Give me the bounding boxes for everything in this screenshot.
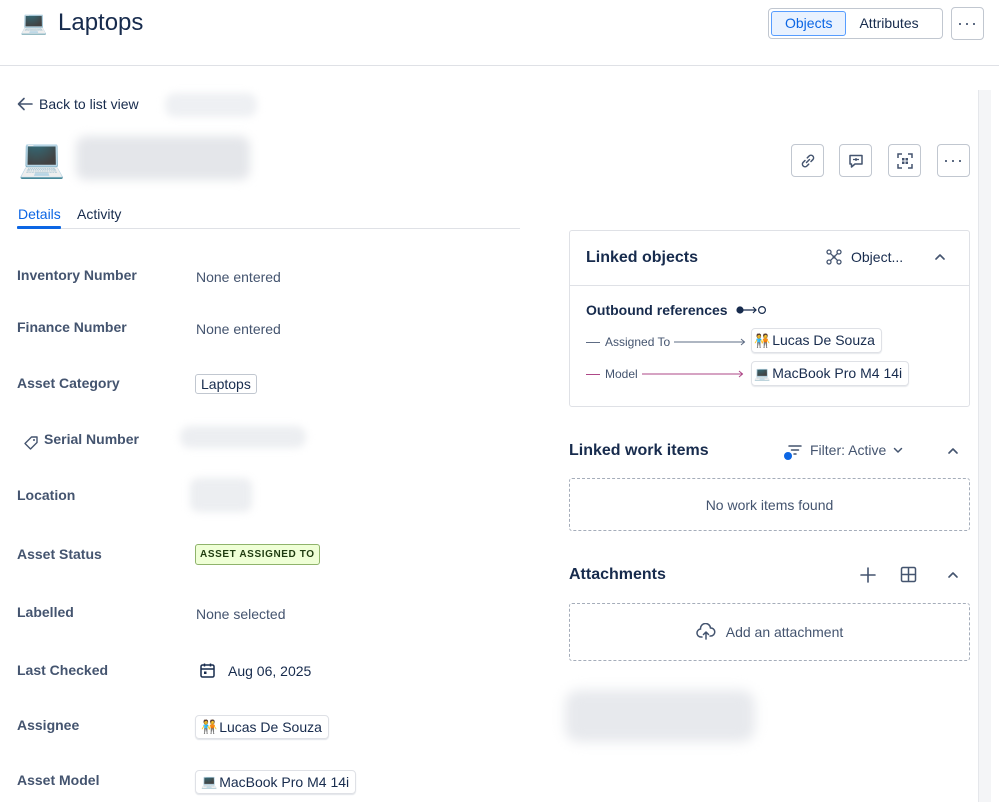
asset-status-label: Asset Status xyxy=(17,546,102,562)
detail-tabs: Details Activity xyxy=(17,203,520,229)
filter-label: Filter: Active xyxy=(810,442,887,458)
outbound-arrow-icon xyxy=(735,305,766,315)
objects-graph-label: Object... xyxy=(851,249,904,265)
location-label: Location xyxy=(17,487,76,503)
filter-active-dot xyxy=(784,452,792,460)
assignee-chip[interactable]: 🧑‍🤝‍🧑 Lucas De Souza xyxy=(195,715,329,739)
laptop-icon: 💻 xyxy=(201,774,218,789)
tab-activity[interactable]: Activity xyxy=(77,206,121,222)
reference-label: Model xyxy=(605,367,638,381)
laptop-icon: 💻 xyxy=(20,10,48,35)
last-checked-label: Last Checked xyxy=(17,662,109,678)
reference-target-chip[interactable]: 💻 MacBook Pro M4 14i xyxy=(751,361,910,386)
people-emoji-icon: 🧑‍🤝‍🧑 xyxy=(754,333,771,348)
linked-objects-title: Linked objects xyxy=(586,249,699,266)
work-items-empty-text: No work items found xyxy=(705,496,834,513)
chevron-up-icon[interactable] xyxy=(932,249,948,265)
laptop-icon: 💻 xyxy=(18,138,66,180)
filter-dropdown[interactable]: Filter: Active xyxy=(784,442,905,460)
reference-target-label: MacBook Pro M4 14i xyxy=(772,365,903,381)
finance-number-label: Finance Number xyxy=(17,319,127,335)
linked-objects-header: Linked objects Object... xyxy=(570,231,969,286)
inventory-number-label: Inventory Number xyxy=(17,267,137,283)
reference-row-assigned-to: Assigned To xyxy=(586,335,748,349)
people-emoji-icon: 🧑‍🤝‍🧑 xyxy=(201,719,218,734)
asset-category-label: Asset Category xyxy=(17,375,120,391)
feedback-button[interactable] xyxy=(839,144,872,177)
chevron-up-icon[interactable] xyxy=(945,567,961,583)
outbound-references-title: Outbound references xyxy=(586,302,728,318)
asset-category-chip[interactable]: Laptops xyxy=(195,374,257,394)
redacted-serial-number xyxy=(180,426,306,448)
reference-row-model: Model xyxy=(586,367,746,381)
header-more-button[interactable]: ··· xyxy=(951,7,984,40)
copy-link-button[interactable] xyxy=(791,144,824,177)
right-panel-scrollbar[interactable] xyxy=(978,90,991,802)
redacted-location xyxy=(190,478,252,512)
objects-toggle-button[interactable]: Objects xyxy=(771,11,847,36)
assignee-value: Lucas De Souza xyxy=(219,719,322,735)
comment-icon xyxy=(848,154,863,168)
active-tab-indicator xyxy=(17,226,61,229)
redacted-breadcrumb xyxy=(165,93,257,117)
add-attachment-label: Add an attachment xyxy=(725,624,844,640)
reference-line xyxy=(586,341,600,343)
back-label: Back to list view xyxy=(39,96,139,112)
assignee-label: Assignee xyxy=(17,717,80,733)
last-checked-value: Aug 06, 2025 xyxy=(228,662,312,679)
tab-details[interactable]: Details xyxy=(18,206,61,222)
qr-code-icon xyxy=(896,152,913,169)
reference-target-label: Lucas De Souza xyxy=(772,332,875,348)
work-items-empty-state: No work items found xyxy=(569,478,970,531)
attributes-toggle-button[interactable]: Attributes xyxy=(846,11,931,36)
reference-label: Assigned To xyxy=(605,335,671,349)
redacted-object-name xyxy=(76,136,250,180)
linked-objects-card: Linked objects Object... Outbound refere… xyxy=(569,230,970,407)
asset-model-value: MacBook Pro M4 14i xyxy=(219,774,350,790)
labelled-label: Labelled xyxy=(17,604,74,620)
inventory-number-value[interactable]: None entered xyxy=(196,269,281,285)
status-badge[interactable]: ASSET ASSIGNED TO xyxy=(195,544,320,565)
chevron-up-icon[interactable] xyxy=(945,443,961,459)
chevron-down-icon xyxy=(894,447,903,453)
arrow-right-icon xyxy=(674,338,746,346)
view-toggle: Objects Attributes xyxy=(768,8,943,39)
back-to-list-link[interactable]: Back to list view xyxy=(17,96,139,112)
serial-number-label: Serial Number xyxy=(44,431,139,447)
finance-number-value[interactable]: None entered xyxy=(196,321,281,337)
graph-icon xyxy=(826,249,842,265)
attachments-title: Attachments xyxy=(569,566,666,583)
arrow-right-icon xyxy=(641,370,743,378)
labelled-value[interactable]: None selected xyxy=(196,606,286,622)
more-icon: ··· xyxy=(943,150,964,170)
reference-target-chip[interactable]: 🧑‍🤝‍🧑 Lucas De Souza xyxy=(751,328,882,353)
add-attachment-dropzone[interactable]: Add an attachment xyxy=(569,603,970,661)
plus-icon[interactable] xyxy=(859,566,877,584)
upload-cloud-icon xyxy=(695,623,716,640)
last-checked-date[interactable]: Aug 06, 2025 xyxy=(199,662,311,679)
qr-scan-button[interactable] xyxy=(888,144,921,177)
asset-model-label: Asset Model xyxy=(17,772,100,788)
asset-model-chip[interactable]: 💻 MacBook Pro M4 14i xyxy=(195,770,357,794)
arrow-left-icon xyxy=(17,97,33,111)
link-icon xyxy=(801,154,814,167)
outbound-references-heading: Outbound references xyxy=(586,302,769,318)
tag-icon xyxy=(24,436,38,450)
reference-line xyxy=(586,373,600,375)
page-title: Laptops xyxy=(58,9,144,36)
calendar-icon xyxy=(200,663,215,678)
redacted-content xyxy=(565,690,755,742)
objects-graph-button[interactable]: Object... xyxy=(826,249,903,265)
object-more-button[interactable]: ··· xyxy=(937,144,970,177)
grid-view-icon[interactable] xyxy=(900,566,917,583)
page-header: 💻 Laptops Objects Attributes ··· xyxy=(0,0,999,66)
laptop-icon: 💻 xyxy=(754,366,771,381)
serial-number-label-row: Serial Number xyxy=(23,427,139,451)
more-icon: ··· xyxy=(957,13,978,33)
linked-work-items-title: Linked work items xyxy=(569,442,709,459)
